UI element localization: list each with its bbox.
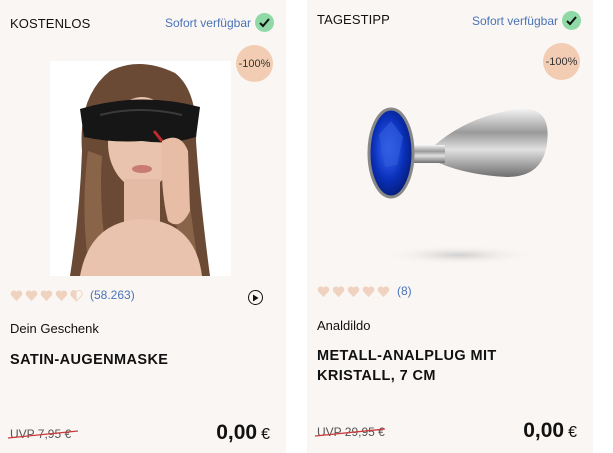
product-badge: TAGESTIPP bbox=[317, 12, 390, 27]
product-price: 0,00 € bbox=[216, 421, 270, 445]
currency-symbol: € bbox=[261, 426, 270, 443]
heart-icon bbox=[55, 290, 68, 301]
check-icon bbox=[562, 11, 581, 30]
strikethrough-line bbox=[315, 428, 385, 437]
currency-symbol: € bbox=[568, 424, 577, 441]
heart-icon bbox=[332, 286, 345, 297]
heart-icon bbox=[347, 286, 360, 297]
availability-status: Sofort verfügbar bbox=[165, 13, 274, 32]
product-title[interactable]: SATIN-AUGENMASKE bbox=[10, 350, 272, 370]
rating-hearts bbox=[10, 289, 85, 302]
heart-icon bbox=[362, 286, 375, 297]
availability-status: Sofort verfügbar bbox=[472, 11, 581, 30]
product-rating: (8) bbox=[317, 284, 412, 298]
availability-label: Sofort verfügbar bbox=[164, 15, 251, 30]
product-image[interactable] bbox=[50, 61, 231, 276]
uvp-price: UVP 29,95 € bbox=[315, 425, 385, 439]
heart-icon bbox=[10, 290, 23, 301]
product-card[interactable]: KOSTENLOS Sofort verfügbar -100% (58.263… bbox=[0, 0, 286, 453]
rating-count-link[interactable]: (58.263) bbox=[90, 288, 135, 302]
discount-badge: -100% bbox=[236, 45, 273, 82]
price-value: 0,00 bbox=[523, 419, 565, 442]
product-card[interactable]: TAGESTIPP Sofort verfügbar -100% (8) Ana… bbox=[307, 0, 593, 453]
rating-count-link[interactable]: (8) bbox=[397, 284, 412, 298]
heart-icon bbox=[377, 286, 390, 297]
heart-icon bbox=[40, 290, 53, 301]
check-icon bbox=[255, 13, 274, 32]
product-price: 0,00 € bbox=[523, 419, 577, 443]
heart-icon bbox=[25, 290, 38, 301]
half-heart-icon bbox=[70, 289, 83, 302]
product-badge: KOSTENLOS bbox=[10, 16, 91, 31]
availability-label: Sofort verfügbar bbox=[471, 13, 558, 28]
discount-badge: -100% bbox=[543, 43, 580, 80]
product-image[interactable] bbox=[347, 85, 552, 275]
product-title[interactable]: METALL-ANALPLUG MIT KRISTALL, 7 CM bbox=[317, 346, 579, 386]
uvp-price: UVP 7,95 € bbox=[8, 427, 78, 441]
rating-hearts bbox=[317, 285, 392, 298]
product-category: Analdildo bbox=[317, 318, 371, 333]
heart-icon bbox=[317, 286, 330, 297]
price-value: 0,00 bbox=[216, 421, 258, 444]
strikethrough-line bbox=[8, 430, 78, 439]
product-category: Dein Geschenk bbox=[10, 321, 99, 336]
play-video-icon[interactable] bbox=[248, 290, 263, 305]
product-rating: (58.263) bbox=[10, 288, 135, 302]
